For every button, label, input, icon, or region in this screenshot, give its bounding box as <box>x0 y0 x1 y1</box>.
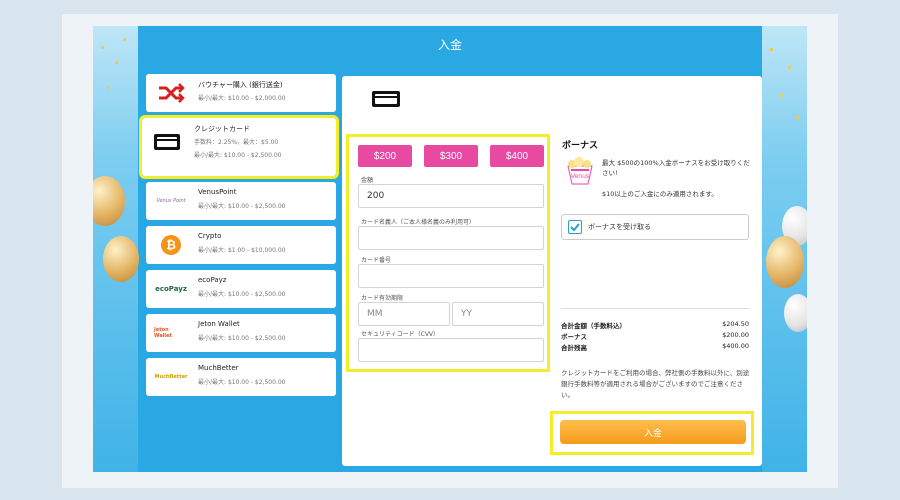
balloon-icon <box>103 236 139 282</box>
deposit-button-frame: 入金 <box>550 411 754 455</box>
preset-amounts: $200 $300 $400 <box>358 145 544 167</box>
method-limits: 最小/最大: $10.00 - $2,500.00 <box>194 152 282 159</box>
balloon-icon <box>93 176 125 226</box>
shuffle-icon <box>154 81 188 105</box>
summary-row-total: 合計金額（手数料込） $204.50 <box>561 320 749 330</box>
card-form: $200 $300 $400 金額 200 カード名義人（ご本人様名義のみ利用可… <box>346 134 550 372</box>
cvv-label: セキュリティコード（CVV） <box>361 331 440 338</box>
muchbetter-logo: MuchBetter <box>154 374 188 380</box>
deposit-modal: 入金 バウチャー購入 (銀行送金) 最小/最大: $10.00 - $2,000… <box>93 26 807 472</box>
ecopayz-logo: ecoPayz <box>155 285 187 293</box>
method-jeton[interactable]: Jeton Wallet Jeton Wallet 最小/最大: $10.00 … <box>146 314 336 352</box>
amount-input[interactable]: 200 <box>358 184 544 208</box>
summary-divider <box>561 308 749 309</box>
svg-text:Venus: Venus <box>571 173 589 180</box>
preset-200-button[interactable]: $200 <box>358 145 412 167</box>
method-limits: 最小/最大: $10.00 - $2,500.00 <box>198 203 286 210</box>
bonus-checkbox-label: ボーナスを受け取る <box>588 223 651 231</box>
method-name: ecoPayz <box>198 276 227 284</box>
modal-title: 入金 <box>437 38 462 52</box>
amount-label: 金額 <box>361 177 374 184</box>
method-ecopayz[interactable]: ecoPayz ecoPayz 最小/最大: $10.00 - $2,500.0… <box>146 270 336 308</box>
credit-card-icon <box>150 130 184 154</box>
svg-text:₿: ₿ <box>166 238 176 252</box>
bonus-popcorn-image: Venus <box>562 156 598 186</box>
venuspoint-logo: Venus Point <box>156 198 186 204</box>
balloon-icon <box>766 236 804 288</box>
deposit-button[interactable]: 入金 <box>560 420 746 444</box>
jeton-logo: Jeton Wallet <box>154 327 172 339</box>
expiry-year-input[interactable]: YY <box>452 302 544 326</box>
method-fee: 手数料：2.25%，最大：$5.00 <box>194 139 279 146</box>
method-name: Crypto <box>198 232 222 240</box>
deposit-form-card: $200 $300 $400 金額 200 カード名義人（ご本人様名義のみ利用可… <box>342 76 762 466</box>
expiry-month-input[interactable]: MM <box>358 302 450 326</box>
method-name: MuchBetter <box>198 364 239 372</box>
credit-card-icon <box>370 88 402 114</box>
fee-note: クレジットカードをご利用の場合、弊社側の手数料以外に、別途銀行手数料等が適用され… <box>561 369 750 399</box>
method-name: バウチャー購入 (銀行送金) <box>198 81 283 89</box>
bonus-condition: $10以上のご入金にのみ適用されます。 <box>602 190 718 198</box>
summary-row-balance: 合計残高 $400.00 <box>561 342 749 352</box>
balloon-icon <box>784 294 807 332</box>
method-crypto[interactable]: ₿ Crypto 最小/最大: $1.00 - $10,000.00 <box>146 226 336 264</box>
method-muchbetter[interactable]: MuchBetter MuchBetter 最小/最大: $10.00 - $2… <box>146 358 336 396</box>
method-credit-card[interactable]: クレジットカード 手数料：2.25%，最大：$5.00 最小/最大: $10.0… <box>139 115 339 179</box>
method-limits: 最小/最大: $10.00 - $2,000.00 <box>198 95 286 102</box>
method-voucher[interactable]: バウチャー購入 (銀行送金) 最小/最大: $10.00 - $2,000.00 <box>146 74 336 112</box>
decoration-right <box>762 26 807 472</box>
preset-400-button[interactable]: $400 <box>490 145 544 167</box>
method-name: クレジットカード <box>194 125 250 133</box>
bonus-title: ボーナス <box>562 141 599 151</box>
method-limits: 最小/最大: $10.00 - $2,500.00 <box>198 379 286 386</box>
method-limits: 最小/最大: $10.00 - $2,500.00 <box>198 291 286 298</box>
bonus-checkbox[interactable] <box>568 220 582 234</box>
bitcoin-icon: ₿ <box>154 233 188 257</box>
card-number-label: カード番号 <box>361 257 392 264</box>
summary-row-bonus: ボーナス $200.00 <box>561 331 749 341</box>
method-limits: 最小/最大: $10.00 - $2,500.00 <box>198 335 286 342</box>
card-number-input[interactable] <box>358 264 544 288</box>
payment-method-list: バウチャー購入 (銀行送金) 最小/最大: $10.00 - $2,000.00… <box>139 74 339 402</box>
bonus-opt-in[interactable]: ボーナスを受け取る <box>561 214 749 240</box>
cvv-input[interactable] <box>358 338 544 362</box>
cardholder-input[interactable] <box>358 226 544 250</box>
method-name: VenusPoint <box>198 188 237 196</box>
method-name: Jeton Wallet <box>198 320 240 328</box>
bonus-description: 最大 $500の100%入金ボーナスをお受け取りください! <box>602 159 750 177</box>
cardholder-label: カード名義人（ご本人様名義のみ利用可） <box>361 219 476 226</box>
method-venuspoint[interactable]: Venus Point VenusPoint 最小/最大: $10.00 - $… <box>146 182 336 220</box>
method-limits: 最小/最大: $1.00 - $10,000.00 <box>198 247 286 254</box>
checkmark-icon <box>570 223 580 232</box>
expiry-label: カード有効期限 <box>361 295 404 302</box>
preset-300-button[interactable]: $300 <box>424 145 478 167</box>
decoration-left <box>93 26 139 472</box>
